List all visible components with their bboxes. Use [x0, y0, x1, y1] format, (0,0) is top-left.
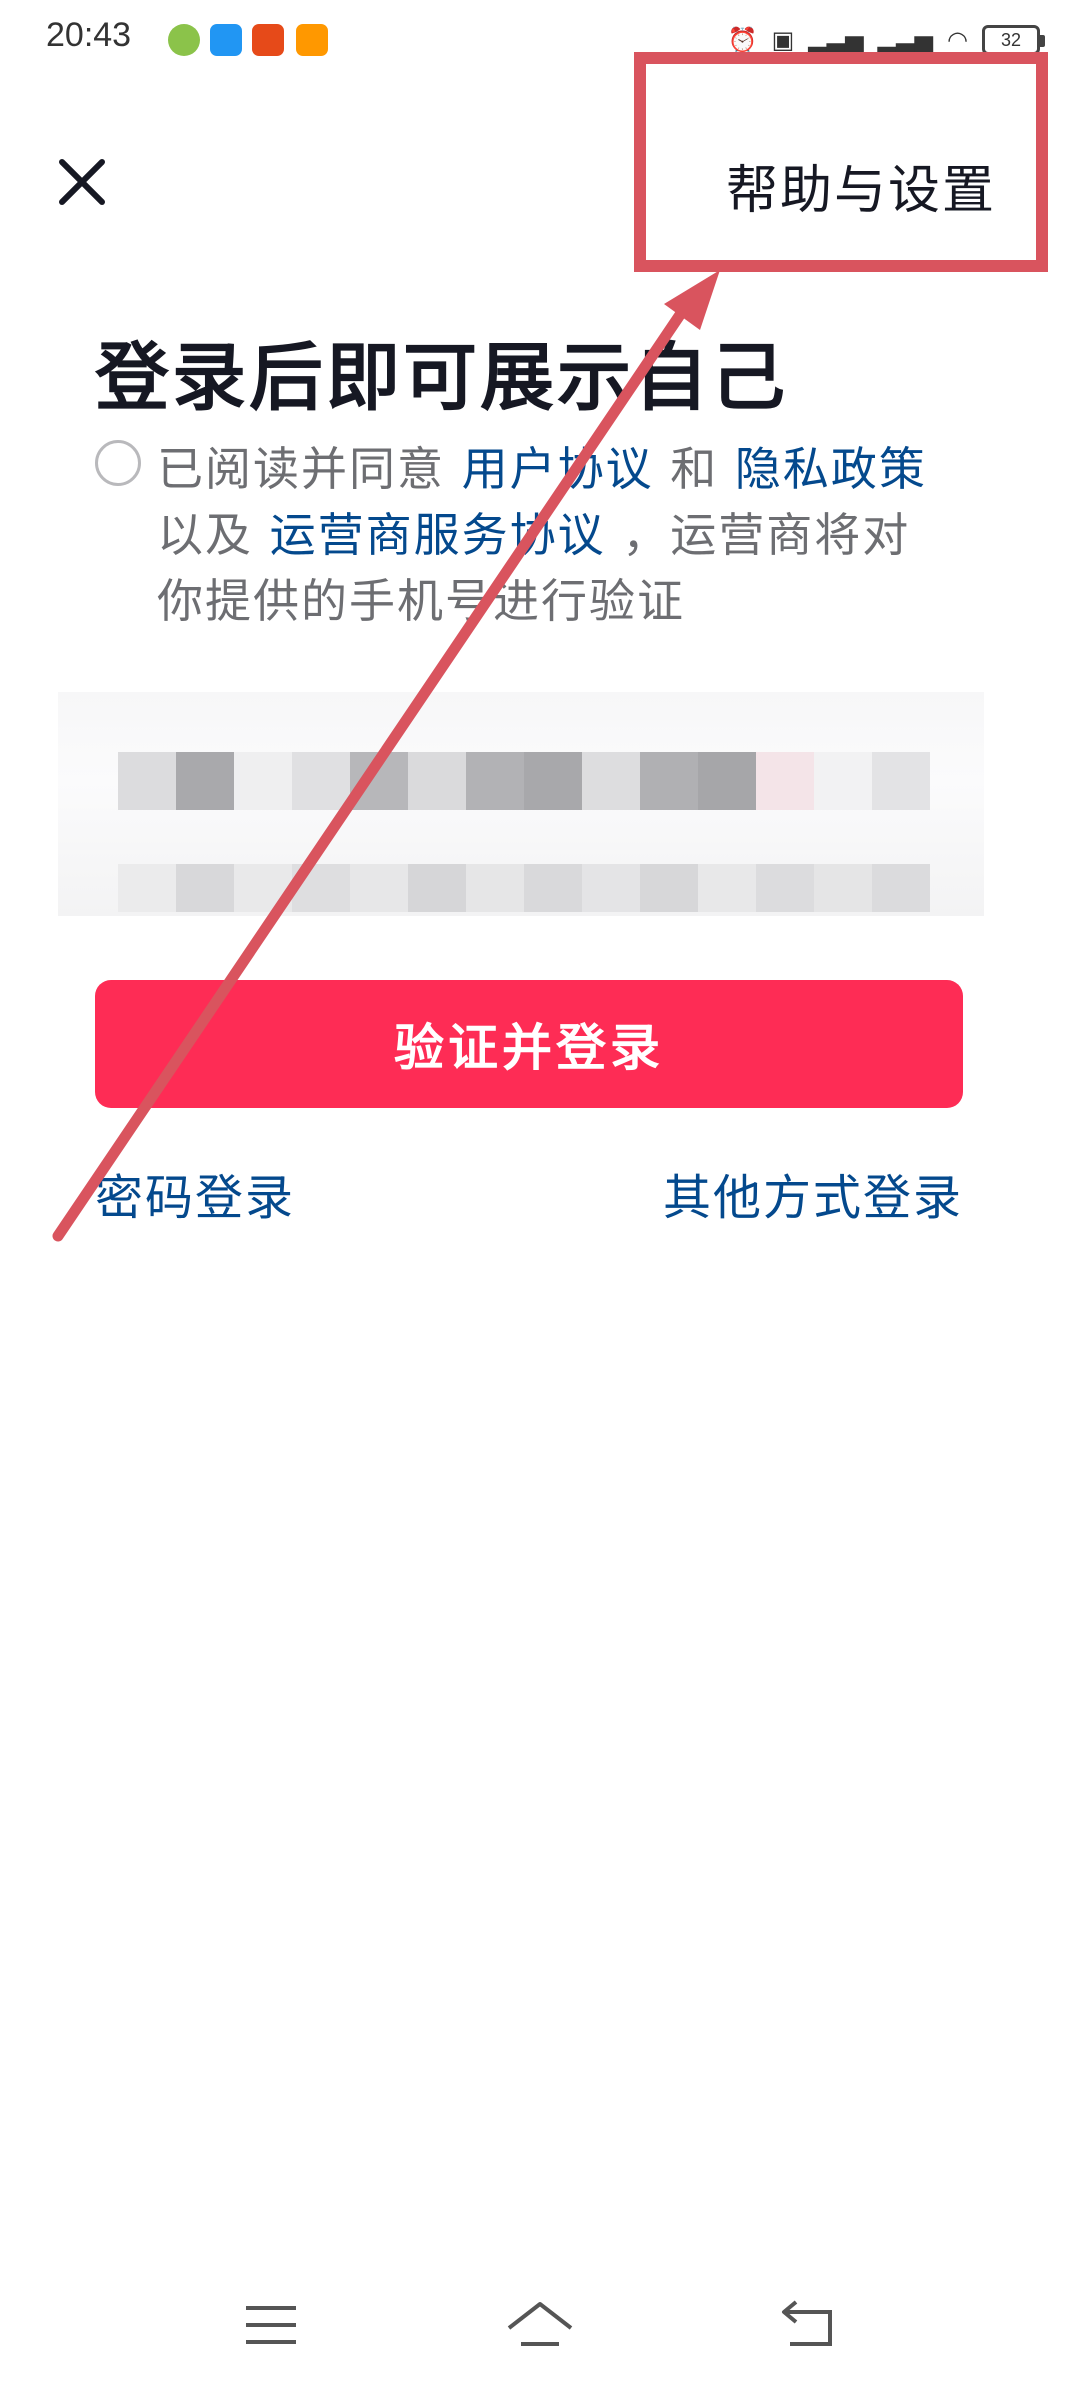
other-login-link[interactable]: 其他方式登录	[663, 1158, 963, 1228]
back-icon[interactable]	[762, 2280, 852, 2370]
app-icon-red	[252, 24, 284, 56]
menu-icon[interactable]	[226, 2280, 316, 2370]
navigation-bar	[0, 2250, 1080, 2400]
app-icon-58	[296, 24, 328, 56]
battery-indicator: 32	[982, 25, 1045, 55]
privacy-policy-link[interactable]: 隐私政策	[735, 442, 927, 496]
signal-icon: ▂▃▅	[808, 26, 864, 54]
5g-signal-icon: ▂▃▅	[877, 26, 934, 54]
agreement-text: 已阅读并同意 用户协议 和 隐私政策 以及 运营商服务协议 ，运营商将对你提供的…	[157, 436, 945, 634]
carrier-agreement-link[interactable]: 运营商服务协议	[270, 508, 606, 562]
password-login-link[interactable]: 密码登录	[95, 1158, 295, 1228]
agree-radio[interactable]	[95, 440, 141, 486]
alarm-icon: ⏰	[727, 26, 758, 54]
app-icon-blue	[210, 24, 242, 56]
app-icon-green	[168, 24, 200, 56]
user-agreement-link[interactable]: 用户协议	[462, 442, 654, 496]
agree-text-part1: 已阅读并同意	[157, 442, 462, 496]
annotation-highlight-box	[634, 52, 1048, 272]
home-icon[interactable]	[495, 2280, 585, 2370]
agree-text-and: 和	[653, 442, 735, 496]
agreement-section: 已阅读并同意 用户协议 和 隐私政策 以及 运营商服务协议 ，运营商将对你提供的…	[95, 436, 945, 634]
wifi-icon: ◠	[947, 26, 968, 54]
close-icon[interactable]	[50, 150, 114, 214]
blurred-pixel-row-1	[118, 752, 930, 810]
phone-number-field-blurred[interactable]	[58, 692, 984, 916]
verify-login-button[interactable]: 验证并登录	[95, 980, 963, 1108]
blurred-pixel-row-2	[118, 864, 930, 912]
agree-text-and-also: 以及	[157, 508, 270, 562]
hd-icon: ▣	[771, 26, 795, 54]
page-title: 登录后即可展示自己	[95, 335, 788, 421]
status-time: 20:43	[46, 16, 132, 54]
